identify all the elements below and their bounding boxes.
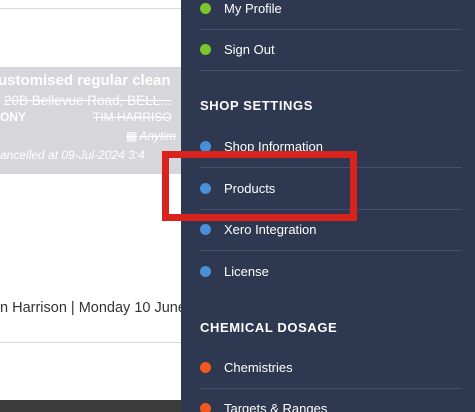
- section-title-shop-settings: SHOP SETTINGS: [200, 98, 314, 113]
- status-dot-icon: [200, 362, 211, 373]
- log-entry: n Harrison | Monday 10 June: [0, 300, 181, 316]
- status-dot-icon: [200, 44, 211, 55]
- menu-item-sign-out[interactable]: Sign Out: [200, 29, 462, 70]
- menu-item-my-profile[interactable]: My Profile: [200, 0, 462, 29]
- divider: [0, 342, 181, 343]
- menu-item-targets-ranges[interactable]: Targets & Ranges: [200, 388, 462, 412]
- status-dot-icon: [200, 266, 211, 277]
- highlight-box: [162, 151, 357, 221]
- calendar-icon: ▦: [126, 129, 138, 143]
- job-time: ▦ Anytim: [126, 129, 176, 143]
- job-time-label: Anytim: [139, 129, 177, 143]
- status-dot-icon: [200, 403, 211, 412]
- background-page: ustomised regular clean 20B Bellevue Roa…: [0, 0, 181, 412]
- section-title-chemical-dosage: CHEMICAL DOSAGE: [200, 320, 338, 335]
- menu-item-chemistries[interactable]: Chemistries: [200, 347, 462, 388]
- job-title: ustomised regular clean: [0, 72, 171, 89]
- job-card[interactable]: ustomised regular clean 20B Bellevue Roa…: [0, 67, 181, 174]
- footer-bar: [0, 400, 181, 412]
- job-customer: ONY: [0, 110, 27, 124]
- menu-item-label: License: [224, 264, 269, 279]
- divider: [0, 8, 181, 9]
- status-dot-icon: [200, 224, 211, 235]
- job-cancelled-status: ancelled at 09-Jul-2024 3:4: [0, 148, 145, 162]
- menu-item-label: My Profile: [224, 1, 282, 16]
- job-technician: TIM HARRISO: [93, 110, 172, 124]
- menu-item-license[interactable]: License: [200, 251, 462, 292]
- menu-item-label: Chemistries: [224, 360, 293, 375]
- menu-divider: [200, 70, 462, 71]
- menu-item-label: Xero Integration: [224, 222, 317, 237]
- status-dot-icon: [200, 3, 211, 14]
- job-address: 20B Bellevue Road, BELL...: [4, 93, 172, 108]
- menu-item-label: Sign Out: [224, 42, 275, 57]
- menu-item-label: Targets & Ranges: [224, 401, 328, 412]
